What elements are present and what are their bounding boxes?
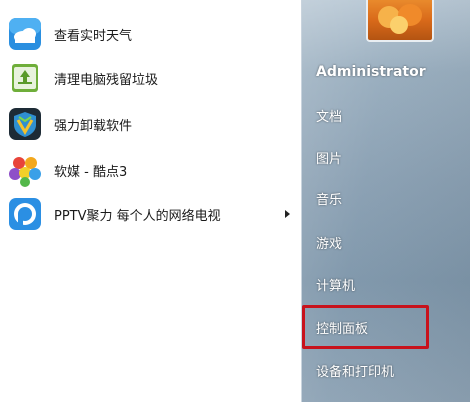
recycle-bin-icon bbox=[12, 64, 38, 92]
program-item-weather[interactable]: 查看实时天气 bbox=[8, 14, 296, 54]
program-item-kudian[interactable]: 软媒 - 酷点3 bbox=[8, 150, 296, 190]
program-label: 软媒 - 酷点3 bbox=[54, 164, 128, 180]
computer-link[interactable]: 计算机 bbox=[316, 270, 456, 298]
games-link[interactable]: 游戏 bbox=[316, 228, 456, 256]
music-link[interactable]: 音乐 bbox=[316, 184, 456, 212]
submenu-arrow-icon[interactable] bbox=[285, 210, 290, 218]
program-label: 查看实时天气 bbox=[54, 28, 133, 44]
user-name-link[interactable]: Administrator bbox=[316, 58, 456, 86]
program-label: 清理电脑残留垃圾 bbox=[54, 72, 159, 88]
pptv-icon bbox=[9, 198, 41, 230]
program-list: 查看实时天气 清理电脑残留垃圾 强力卸载软件 软媒 - 酷点3 PPTV聚力 每… bbox=[0, 0, 302, 402]
pictures-link[interactable]: 图片 bbox=[316, 143, 456, 171]
user-picture[interactable] bbox=[366, 0, 434, 42]
program-item-pptv[interactable]: PPTV聚力 每个人的网络电视 bbox=[8, 194, 296, 234]
control-panel-highlight bbox=[302, 305, 429, 349]
devices-and-printers-link[interactable]: 设备和打印机 bbox=[316, 356, 456, 384]
program-item-cleaner[interactable]: 清理电脑残留垃圾 bbox=[8, 58, 296, 98]
program-item-uninstaller[interactable]: 强力卸载软件 bbox=[8, 104, 296, 144]
program-label: PPTV聚力 每个人的网络电视 bbox=[54, 208, 221, 224]
start-menu: 查看实时天气 清理电脑残留垃圾 强力卸载软件 软媒 - 酷点3 PPTV聚力 每… bbox=[0, 0, 470, 402]
program-label: 强力卸载软件 bbox=[54, 118, 133, 134]
kudian-flower-icon bbox=[9, 157, 41, 187]
weather-icon bbox=[9, 18, 41, 50]
uninstall-shield-icon bbox=[9, 108, 41, 140]
documents-link[interactable]: 文档 bbox=[316, 101, 456, 129]
